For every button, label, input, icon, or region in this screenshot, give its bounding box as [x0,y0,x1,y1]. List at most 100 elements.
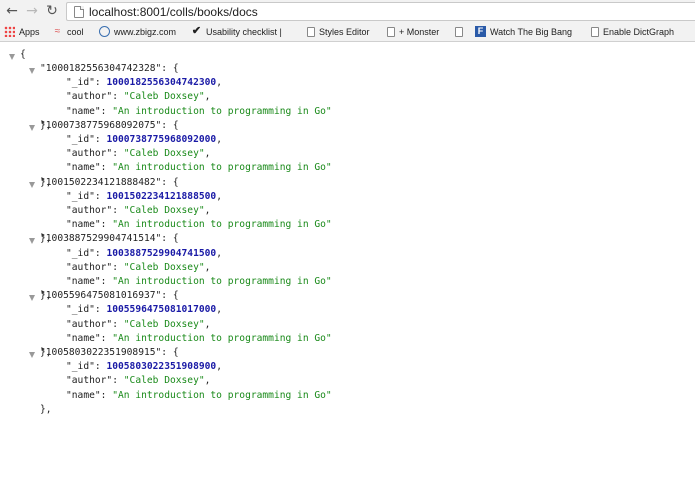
field-value-string: "Caleb Doxsey" [123,318,205,330]
zbigz-icon [99,26,110,38]
json-field-author: "author": "Caleb Doxsey", [66,261,211,273]
field-value-number: 1000738775968092000 [106,134,217,145]
record-key: "1001502234121888482": { [40,176,179,188]
json-field-name: "name": "An introduction to programming … [66,105,332,119]
field-value-number: 1003887529904741500 [106,247,217,259]
field-value-string: "Caleb Doxsey" [123,205,205,216]
field-key: "name": [66,389,113,401]
record-key: "1005803022351908915": { [40,347,179,358]
bookmark-styles-editor[interactable]: Styles Editor [307,25,370,40]
field-value-string: "An introduction to programming in Go" [112,389,332,401]
field-value-string: "An introduction to programming in Go" [112,276,332,287]
collapse-toggle-icon[interactable] [29,181,35,188]
field-key: "_id": [66,361,107,373]
field-value-string: "An introduction to programming in Go" [112,162,332,174]
field-key: "name": [66,105,113,117]
field-key: "_id": [66,304,107,316]
json-field-name: "name": "An introduction to programming … [66,218,332,232]
record-key: "1003887529904741514": { [40,233,179,245]
field-value-string: "Caleb Doxsey" [123,261,205,273]
field-key: "_id": [66,247,107,259]
json-record-key: "1003887529904741514": { [40,232,179,246]
reload-icon[interactable]: ↻ [44,3,60,19]
json-open-brace: { [20,49,26,60]
page-icon [387,26,395,37]
field-key: "author": [66,375,124,387]
field-key: "author": [66,205,124,216]
field-key: "name": [66,276,113,287]
json-field-id: "_id": 1000738775968092000, [66,134,222,145]
collapse-toggle-icon[interactable] [29,295,35,302]
json-record-key: "1000738775968092075": { [40,119,179,133]
field-value-number: 1000182556304742300 [106,77,217,89]
json-record-key: "1005596475081016937": { [40,289,179,303]
json-field-author: "author": "Caleb Doxsey", [66,148,211,160]
forward-arrow-icon[interactable]: → [24,3,40,19]
record-key: "1005596475081016937": { [40,290,179,302]
field-key: "name": [66,332,113,344]
json-viewer: { "1000182556304742328": { "_id": 1000182… [0,42,695,494]
url-text[interactable]: localhost:8001/colls/books/docs [89,4,258,20]
json-field-name: "name": "An introduction to programming … [66,161,332,175]
collapse-toggle-icon[interactable] [29,352,35,358]
field-value-string: "An introduction to programming in Go" [112,105,332,117]
bookmark-usability-checklist[interactable]: ✔ Usability checklist | [191,25,282,40]
json-field-name: "name": "An introduction to programming … [66,332,332,346]
json-record-key: "1000182556304742328": { [40,62,179,76]
back-arrow-icon[interactable]: ← [4,3,20,19]
json-field-author: "author": "Caleb Doxsey", [66,91,211,103]
json-field-id: "_id": 1001502234121888500, [66,190,222,202]
json-field-id: "_id": 1005803022351908900, [66,361,222,373]
json-field-author: "author": "Caleb Doxsey", [66,318,211,330]
json-record-key: "1005803022351908915": { [40,346,179,360]
field-key: "_id": [66,134,107,145]
field-key: "author": [66,261,124,273]
json-field-name: "name": "An introduction to programming … [66,389,332,403]
field-value-number: 1005803022351908900 [106,361,217,373]
field-value-string: "Caleb Doxsey" [123,375,205,387]
json-field-id: "_id": 1005596475081017000, [66,304,222,316]
field-key: "name": [66,162,113,174]
json-record-close: }, [40,403,52,417]
page-icon [455,26,463,37]
bookmark-watch-big-bang[interactable]: F Watch The Big Bang [475,25,572,40]
field-value-string: "An introduction to programming in Go" [112,332,332,344]
field-value-string: "Caleb Doxsey" [123,91,205,103]
bookmark-enable-dictgraph[interactable]: Enable DictGraph [591,25,674,40]
bookmark-zbigz[interactable]: www.zbigz.com [99,25,176,40]
json-field-name: "name": "An introduction to programming … [66,275,332,289]
checkmark-icon: ✔ [191,25,202,38]
bookmark-monster[interactable]: + Monster [387,25,439,40]
apps-grid-icon [4,26,15,38]
field-key: "author": [66,91,124,103]
bookmark-cool[interactable]: ≈ cool [52,25,84,40]
field-key: "author": [66,148,124,160]
record-key: "1000738775968092075": { [40,119,179,131]
field-key: "_id": [66,190,107,202]
f-logo-icon: F [475,26,486,38]
page-icon [307,26,315,37]
bookmark-untitled[interactable] [455,25,467,40]
collapse-toggle-icon[interactable] [9,54,15,60]
bookmark-apps[interactable]: Apps [4,25,40,40]
collapse-toggle-icon[interactable] [29,68,35,74]
field-key: "author": [66,318,124,330]
address-bar[interactable]: localhost:8001/colls/books/docs [66,2,695,21]
json-field-id: "_id": 1003887529904741500, [66,247,222,259]
json-field-author: "author": "Caleb Doxsey", [66,375,211,387]
field-key: "name": [66,219,113,231]
field-value-number: 1005596475081017000 [106,304,217,316]
json-field-author: "author": "Caleb Doxsey", [66,205,211,216]
field-value-number: 1001502234121888500 [106,190,217,202]
page-icon [591,26,599,37]
field-key: "_id": [66,77,107,89]
record-key: "1000182556304742328": { [40,63,179,74]
bookmarks-bar: Apps ≈ cool www.zbigz.com ✔ Usability chec… [0,24,695,42]
cool-icon: ≈ [54,26,61,38]
json-field-id: "_id": 1000182556304742300, [66,77,222,89]
collapse-toggle-icon[interactable] [29,124,35,131]
browser-toolbar: ← → ↻ localhost:8001/colls/books/docs [0,0,695,24]
collapse-toggle-icon[interactable] [29,238,35,245]
field-value-string: "An introduction to programming in Go" [112,219,332,231]
record-close-brace: }, [40,403,52,415]
